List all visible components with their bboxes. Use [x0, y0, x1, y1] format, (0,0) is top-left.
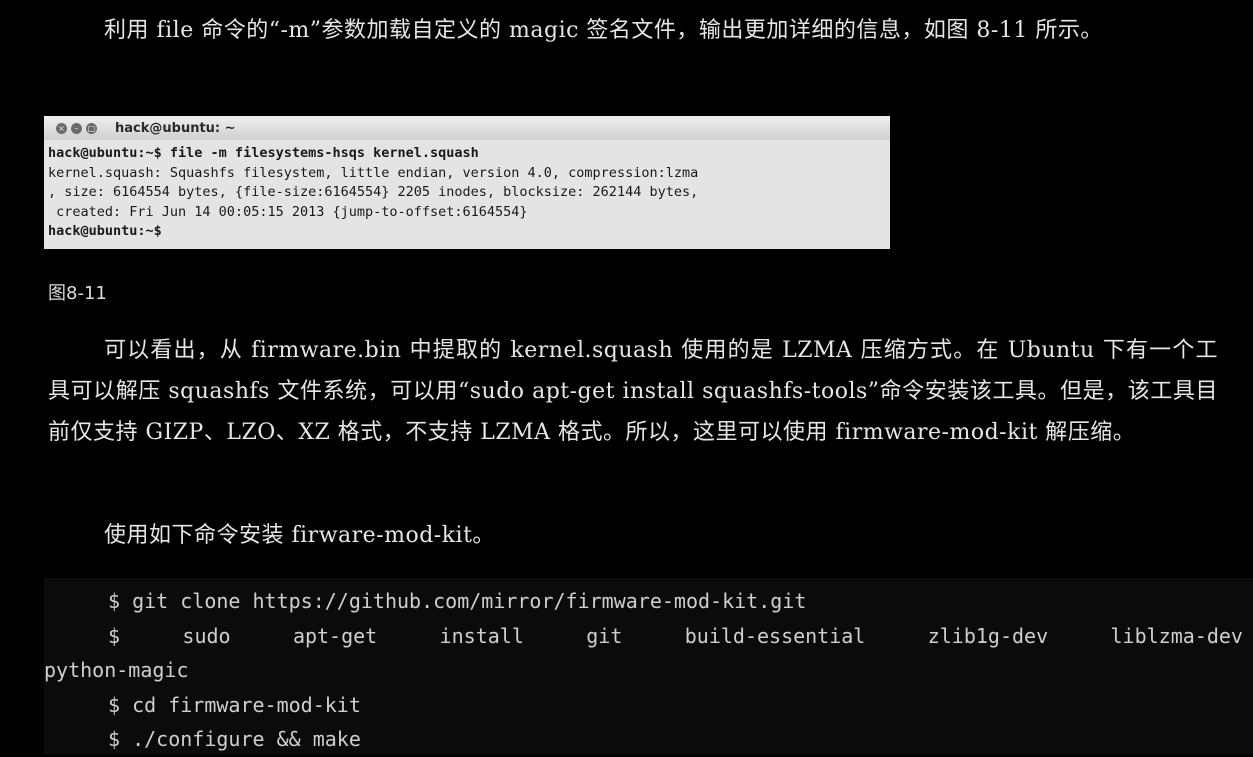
code-word: $: [108, 623, 121, 648]
terminal-screenshot: × – □ hack@ubuntu: ~ hack@ubuntu:~$ file…: [44, 116, 890, 249]
terminal-line: created: Fri Jun 14 00:05:15 2013 {jump-…: [48, 203, 528, 220]
install-intro-paragraph: 使用如下命令安装 firware-mod-kit。: [104, 523, 495, 548]
code-word: build-essential: [684, 623, 866, 648]
code-word: liblzma-dev: [1110, 623, 1243, 648]
code-word: install: [439, 623, 524, 648]
intro-paragraph: 利用 file 命令的“-m”参数加载自定义的 magic 签名文件，输出更加详…: [104, 18, 1103, 43]
terminal-output: hack@ubuntu:~$ file -m filesystems-hsqs …: [44, 140, 890, 242]
code-line: $ git clone https://github.com/mirror/fi…: [108, 589, 807, 613]
maximize-icon: □: [86, 122, 97, 134]
close-icon: ×: [56, 122, 67, 134]
code-line: $ sudo apt-get install git build-essenti…: [44, 619, 1253, 654]
figure-caption: 图8-11: [48, 283, 107, 304]
terminal-titlebar: × – □ hack@ubuntu: ~: [44, 116, 890, 140]
code-line: $ ./configure && make: [108, 727, 361, 751]
code-word: apt-get: [292, 623, 378, 648]
terminal-title: hack@ubuntu: ~: [115, 120, 236, 136]
code-word: sudo: [182, 623, 231, 648]
terminal-line: hack@ubuntu:~$: [48, 223, 162, 239]
terminal-line: kernel.squash: Squashfs filesystem, litt…: [48, 164, 699, 181]
code-word: zlib1g-dev: [927, 623, 1049, 648]
code-word: git: [586, 623, 623, 648]
code-line: $ cd firmware-mod-kit: [108, 692, 361, 717]
terminal-line: hack@ubuntu:~$ file -m filesystems-hsqs …: [48, 145, 479, 161]
code-line: python-magic: [44, 658, 189, 682]
body-paragraph: 可以看出，从 firmware.bin 中提取的 kernel.squash 使…: [48, 338, 1218, 445]
code-block: $ git clone https://github.com/mirror/fi…: [44, 578, 1253, 755]
minimize-icon: –: [71, 122, 82, 134]
terminal-line: , size: 6164554 bytes, {file-size:616455…: [48, 184, 699, 200]
